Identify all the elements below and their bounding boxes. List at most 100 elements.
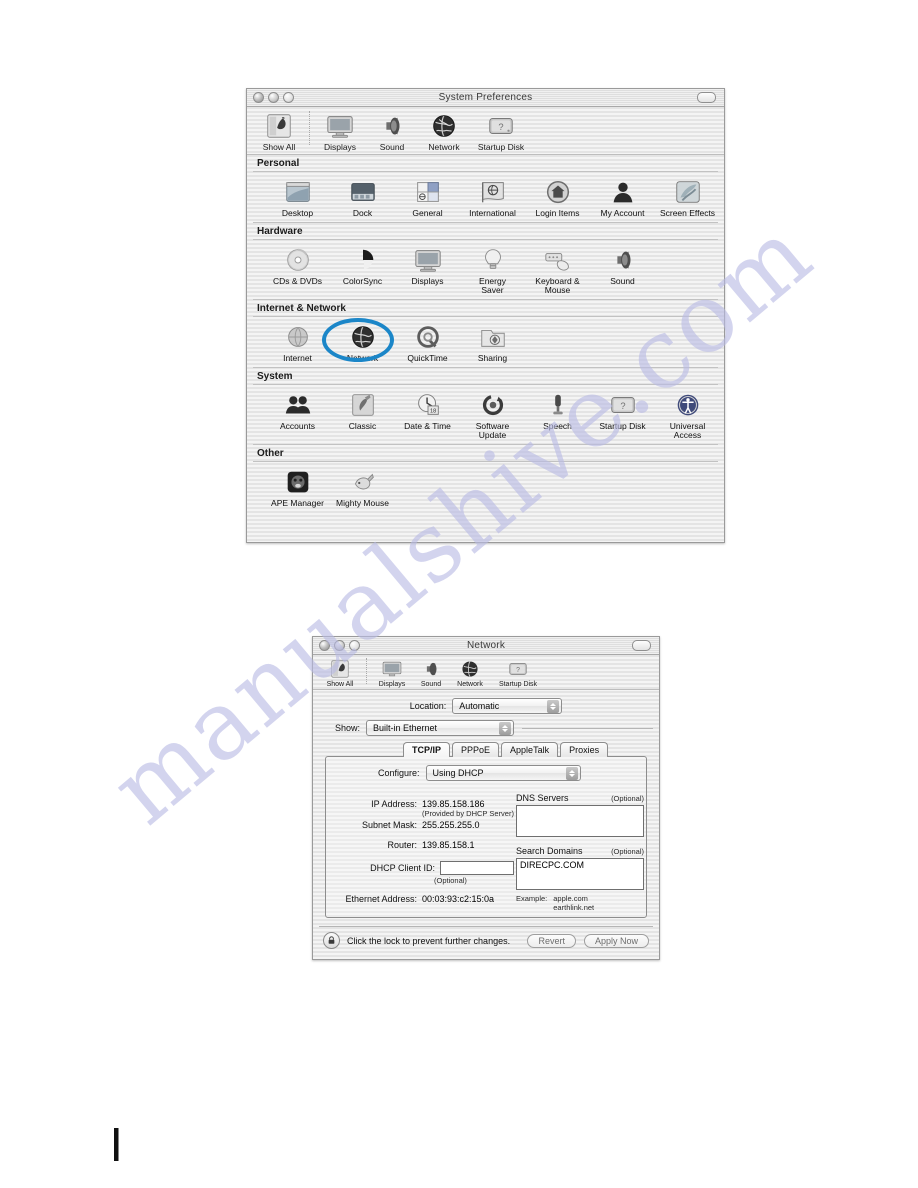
show-select[interactable]: Built-in Ethernet xyxy=(366,720,515,736)
sound-icon xyxy=(616,251,630,269)
pref-item-general[interactable]: General xyxy=(395,177,460,218)
pref-item-quicktime[interactable]: QuickTime xyxy=(395,322,460,363)
toolbar-toggle-button[interactable] xyxy=(632,640,651,651)
pref-item-network[interactable]: Network xyxy=(322,317,395,363)
toolbar-toggle-button[interactable] xyxy=(697,92,716,103)
sysprefs-titlebar[interactable]: System Preferences xyxy=(247,89,724,107)
toolbar-item-network[interactable]: Network xyxy=(449,658,491,688)
pref-item-speech[interactable]: Speech xyxy=(525,390,590,440)
zoom-button[interactable] xyxy=(349,640,360,651)
lock-button[interactable] xyxy=(323,932,340,949)
dock-icon xyxy=(350,183,375,201)
revert-button[interactable]: Revert xyxy=(527,933,576,948)
dns-servers-input[interactable] xyxy=(516,805,644,837)
ethernet-address-value: 00:03:93:c2:15:0a xyxy=(422,894,495,904)
toolbar-label: Sound xyxy=(379,142,405,152)
pref-item-universal-access[interactable]: Universal Access xyxy=(655,390,720,440)
pref-item-startup-disk[interactable]: ? Startup Disk xyxy=(590,390,655,440)
chevron-updown-icon xyxy=(565,767,578,780)
toolbar-item-startup-disk[interactable]: ? Startup Disk xyxy=(470,111,532,152)
location-select[interactable]: Automatic xyxy=(452,698,563,714)
show-row-rule xyxy=(522,727,653,729)
keyboard-mouse-icon xyxy=(544,252,569,271)
pref-item-desktop[interactable]: Desktop xyxy=(265,177,330,218)
toolbar-item-network[interactable]: Network xyxy=(418,111,470,152)
configure-select[interactable]: Using DHCP xyxy=(425,765,581,781)
toolbar-item-show-all[interactable]: Show All xyxy=(253,111,305,152)
toolbar-separator xyxy=(309,111,310,145)
pref-item-cds-dvds[interactable]: CDs & DVDs xyxy=(265,245,330,295)
toolbar-item-displays[interactable]: Displays xyxy=(314,111,366,152)
pref-item-energy-saver[interactable]: Energy Saver xyxy=(460,245,525,295)
tab-appletalk[interactable]: AppleTalk xyxy=(501,742,559,757)
pref-item-screen-effects[interactable]: Screen Effects xyxy=(655,177,720,218)
pref-item-international[interactable]: International xyxy=(460,177,525,218)
pref-label: Software Update xyxy=(475,420,510,440)
minimize-button[interactable] xyxy=(334,640,345,651)
pref-item-login-items[interactable]: Login Items xyxy=(525,177,590,218)
startup-disk-icon: ? xyxy=(509,663,527,675)
displays-icon xyxy=(414,250,441,272)
toolbar-item-sound[interactable]: Sound xyxy=(413,658,449,688)
pref-item-ape-manager[interactable]: APE Manager xyxy=(265,467,330,508)
displays-icon xyxy=(327,116,353,138)
pref-item-sharing[interactable]: Sharing xyxy=(460,322,525,363)
toolbar-item-sound[interactable]: Sound xyxy=(366,111,418,152)
toolbar-item-startup-disk[interactable]: ? Startup Disk xyxy=(491,658,545,688)
pref-item-displays[interactable]: Displays xyxy=(395,245,460,295)
network-globe-icon xyxy=(433,115,455,137)
apply-now-button[interactable]: Apply Now xyxy=(583,933,649,948)
screen-effects-icon xyxy=(675,181,700,203)
ip-address-label: IP Address: xyxy=(371,799,417,809)
pref-item-dock[interactable]: Dock xyxy=(330,177,395,218)
pref-item-sound[interactable]: Sound xyxy=(590,245,655,295)
pref-item-colorsync[interactable]: ColorSync xyxy=(330,245,395,295)
login-items-home-icon xyxy=(546,180,569,204)
pref-label: Energy Saver xyxy=(479,275,506,295)
router-value: 139.85.158.1 xyxy=(422,840,475,850)
subnet-mask-value: 255.255.255.0 xyxy=(422,820,480,830)
toolbar-label: Sound xyxy=(420,681,442,688)
my-account-person-icon xyxy=(613,182,632,203)
sound-icon xyxy=(386,117,400,135)
pref-item-my-account[interactable]: My Account xyxy=(590,177,655,218)
pref-item-accounts[interactable]: Accounts xyxy=(265,390,330,440)
search-domains-label: Search Domains xyxy=(516,846,583,856)
tab-tcpip[interactable]: TCP/IP xyxy=(403,742,451,757)
pref-item-classic[interactable]: Classic xyxy=(330,390,395,440)
tab-proxies[interactable]: Proxies xyxy=(560,742,609,757)
minimize-button[interactable] xyxy=(268,92,279,103)
dns-servers-header: DNS Servers (Optional) xyxy=(516,793,644,803)
close-button[interactable] xyxy=(253,92,264,103)
pref-item-mighty-mouse[interactable]: Mighty Mouse xyxy=(330,467,395,508)
close-button[interactable] xyxy=(319,640,330,651)
toolbar-item-show-all[interactable]: Show All xyxy=(318,658,362,688)
search-domains-input[interactable]: DIRECPC.COM xyxy=(516,858,644,890)
ip-address-note: (Provided by DHCP Server) xyxy=(422,809,514,818)
toolbar-label: Displays xyxy=(378,681,406,688)
pref-item-software-update[interactable]: Software Update xyxy=(460,390,525,440)
window-controls xyxy=(253,92,294,103)
dhcp-client-id-row: DHCP Client ID: xyxy=(334,861,514,875)
pref-label: APE Manager xyxy=(271,497,324,508)
network-titlebar[interactable]: Network xyxy=(313,637,659,655)
pref-item-internet[interactable]: Internet xyxy=(265,322,330,363)
desktop-icon xyxy=(285,182,310,202)
dhcp-client-id-note: (Optional) xyxy=(434,876,467,885)
toolbar-item-displays[interactable]: Displays xyxy=(371,658,413,688)
colorsync-icon xyxy=(352,249,373,271)
pref-label: ColorSync xyxy=(342,275,383,286)
pref-item-keyboard-mouse[interactable]: Keyboard & Mouse xyxy=(525,245,590,295)
router-row: Router: 139.85.158.1 xyxy=(334,840,514,850)
subnet-mask-label: Subnet Mask: xyxy=(361,820,417,830)
toolbar-label: Show All xyxy=(326,681,354,688)
tab-pppoe[interactable]: PPPoE xyxy=(452,742,500,757)
pref-item-date-time[interactable]: 18 Date & Time xyxy=(395,390,460,440)
ethernet-address-row: Ethernet Address: 00:03:93:c2:15:0a xyxy=(334,894,514,904)
mighty-mouse-icon xyxy=(354,473,374,489)
example-row: Example: apple.com earthlink.net xyxy=(516,894,644,912)
configure-row: Configure: Using DHCP xyxy=(378,765,646,781)
zoom-button[interactable] xyxy=(283,92,294,103)
dhcp-client-id-input[interactable] xyxy=(440,861,514,875)
network-globe-icon xyxy=(351,325,374,348)
